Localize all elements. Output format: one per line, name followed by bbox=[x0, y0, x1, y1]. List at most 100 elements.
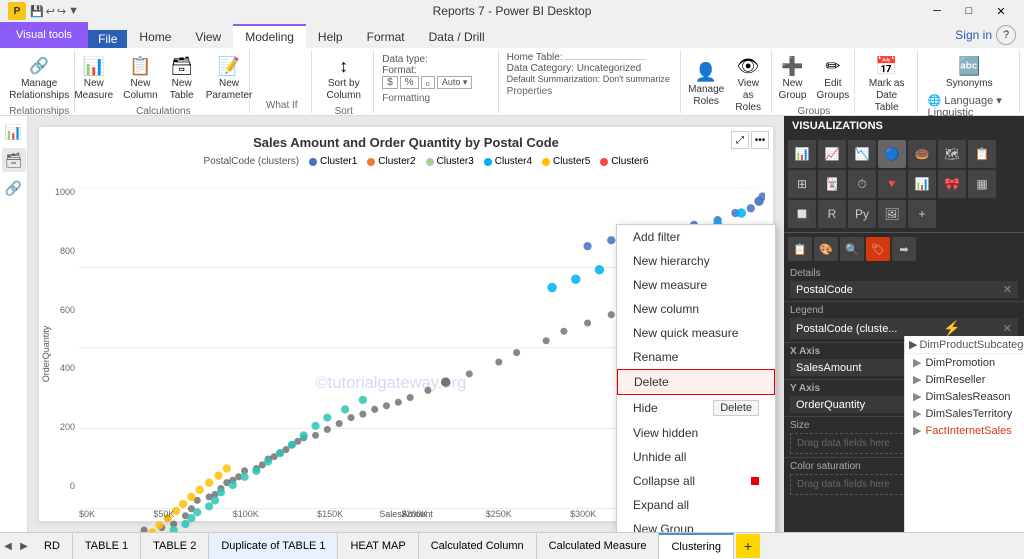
add-tab-button[interactable]: + bbox=[736, 534, 760, 558]
fields-expand-all[interactable]: ▶ DimProductSubcateg... bbox=[905, 336, 1024, 354]
dim-sales-territory-item[interactable]: ▶ DimSalesTerritory bbox=[905, 405, 1024, 422]
tab-format[interactable]: Format bbox=[355, 26, 417, 48]
viz-icon-ribbon[interactable]: 🎀 bbox=[938, 170, 966, 198]
tab-data-drill[interactable]: Data / Drill bbox=[417, 26, 497, 48]
maximize-button[interactable]: □ bbox=[954, 0, 984, 22]
y-axis-title: OrderQuantity bbox=[41, 326, 51, 383]
viz-icon-area[interactable]: 📉 bbox=[848, 140, 876, 168]
fact-internet-sales-item[interactable]: ▶ FactInternetSales bbox=[905, 422, 1024, 439]
viz-icon-funnel[interactable]: 🔻 bbox=[878, 170, 906, 198]
report-view-button[interactable]: 📊 bbox=[2, 120, 26, 144]
viz-icon-gauge[interactable]: ⏱ bbox=[848, 170, 876, 198]
tab-file[interactable]: File bbox=[88, 30, 127, 48]
format-tab-button[interactable]: 🎨 bbox=[814, 237, 838, 261]
menu-new-column[interactable]: New column bbox=[617, 297, 775, 321]
tab-home[interactable]: Home bbox=[127, 26, 183, 48]
tab-table1[interactable]: TABLE 1 bbox=[73, 533, 141, 559]
x-axis-title: SalesAmount bbox=[379, 509, 433, 519]
expand-chart-button[interactable]: ⤢ bbox=[731, 131, 749, 149]
viz-toolbar[interactable]: 📋 🎨 🔍 🏷 ➡ bbox=[784, 232, 1024, 265]
mark-as-date-table-button[interactable]: 📅 Mark asDate Table bbox=[863, 52, 911, 116]
menu-new-quick-measure[interactable]: New quick measure bbox=[617, 321, 775, 345]
model-view-button[interactable]: 🔗 bbox=[2, 176, 26, 200]
viz-icon-bar[interactable]: 📊 bbox=[788, 140, 816, 168]
sign-in-link[interactable]: Sign in bbox=[955, 28, 992, 42]
analytics-tab-button[interactable]: 🔍 bbox=[840, 237, 864, 261]
menu-expand-all[interactable]: Expand all bbox=[617, 493, 775, 517]
sign-in-area: Sign in ? bbox=[947, 22, 1024, 48]
filter-tab-button[interactable]: 🏷 bbox=[866, 237, 890, 261]
new-parameter-button[interactable]: 📝 NewParameter bbox=[202, 52, 257, 104]
menu-new-hierarchy[interactable]: New hierarchy bbox=[617, 249, 775, 273]
viz-icon-slicer[interactable]: 🔲 bbox=[788, 200, 816, 228]
help-button[interactable]: ? bbox=[996, 25, 1016, 45]
tab-calculated-column[interactable]: Calculated Column bbox=[419, 533, 537, 559]
menu-new-measure[interactable]: New measure bbox=[617, 273, 775, 297]
tab-rd[interactable]: RD bbox=[32, 533, 73, 559]
viz-icon-pie[interactable]: 🍩 bbox=[908, 140, 936, 168]
title-bar-controls[interactable]: ─ □ ✕ bbox=[922, 0, 1016, 22]
minimize-button[interactable]: ─ bbox=[922, 0, 952, 22]
legend-remove-icon[interactable]: ✕ bbox=[1003, 322, 1012, 335]
legend-label: Legend bbox=[790, 305, 1018, 316]
menu-add-filter[interactable]: Add filter bbox=[617, 225, 775, 249]
menu-unhide-all[interactable]: Unhide all bbox=[617, 445, 775, 469]
new-column-button[interactable]: 📋 NewColumn bbox=[119, 52, 161, 104]
tab-table2[interactable]: TABLE 2 bbox=[141, 533, 209, 559]
viz-icon-line[interactable]: 📈 bbox=[818, 140, 846, 168]
dim-promotion-item[interactable]: ▶ DimPromotion bbox=[905, 354, 1024, 371]
drillthrough-button[interactable]: ➡ bbox=[892, 237, 916, 261]
whatif-label: What If bbox=[266, 100, 298, 111]
viz-icon-map[interactable]: 🗺 bbox=[938, 140, 966, 168]
fields-tab-button[interactable]: 📋 bbox=[788, 237, 812, 261]
tab-scroll-left[interactable]: ◀ bbox=[0, 533, 16, 559]
viz-icon-waterfall[interactable]: 📊 bbox=[908, 170, 936, 198]
manage-roles-button[interactable]: 👤 ManageRoles bbox=[686, 58, 727, 110]
tab-clustering[interactable]: Clustering bbox=[659, 533, 734, 559]
details-field: PostalCode ✕ bbox=[790, 281, 1018, 298]
tab-scroll-right[interactable]: ▶ bbox=[16, 533, 32, 559]
viz-icon-image[interactable]: 🖼 bbox=[878, 200, 906, 228]
tab-view[interactable]: View bbox=[183, 26, 233, 48]
quick-access[interactable]: 💾 ↩ ↪ ▼ bbox=[30, 5, 79, 18]
new-group-button[interactable]: ➕ NewGroup bbox=[775, 52, 811, 104]
canvas-area: ⤢ ••• Sales Amount and Order Quantity by… bbox=[28, 116, 1024, 532]
viz-icon-treemap[interactable]: ▦ bbox=[968, 170, 996, 198]
viz-icon-card[interactable]: 🃏 bbox=[818, 170, 846, 198]
synonyms-button[interactable]: 🔤 Synonyms bbox=[942, 52, 997, 92]
viz-icon-matrix[interactable]: ⊞ bbox=[788, 170, 816, 198]
manage-relationships-button[interactable]: 🔗 ManageRelationships bbox=[5, 52, 73, 104]
data-view-button[interactable]: 🗃 bbox=[2, 148, 26, 172]
viz-icon-scatter[interactable]: 🔵 bbox=[878, 140, 906, 168]
viz-icon-python[interactable]: Py bbox=[848, 200, 876, 228]
viz-icon-r[interactable]: R bbox=[818, 200, 846, 228]
tab-calculated-measure[interactable]: Calculated Measure bbox=[537, 533, 660, 559]
new-measure-button[interactable]: 📊 NewMeasure bbox=[70, 52, 117, 104]
viz-icon-table[interactable]: 📋 bbox=[968, 140, 996, 168]
visualization-icons[interactable]: 📊 📈 📉 🔵 🍩 🗺 📋 ⊞ 🃏 ⏱ 🔻 📊 🎀 ▦ 🔲 R Py 🖼 + bbox=[784, 136, 1024, 232]
new-table-button[interactable]: 🗃 NewTable bbox=[164, 52, 200, 104]
dim-reseller-item[interactable]: ▶ DimReseller bbox=[905, 371, 1024, 388]
close-button[interactable]: ✕ bbox=[986, 0, 1016, 22]
tab-duplicate-table1[interactable]: Duplicate of TABLE 1 bbox=[209, 533, 338, 559]
formatting-label: Formatting bbox=[382, 93, 430, 104]
menu-delete[interactable]: Delete bbox=[617, 369, 775, 395]
chart-toolbar[interactable]: ⤢ ••• bbox=[731, 131, 769, 149]
menu-rename[interactable]: Rename bbox=[617, 345, 775, 369]
viz-icon-custom[interactable]: + bbox=[908, 200, 936, 228]
more-options-button[interactable]: ••• bbox=[751, 131, 769, 149]
details-remove-icon[interactable]: ✕ bbox=[1003, 283, 1012, 296]
manage-roles-icon: 👤 bbox=[694, 60, 718, 84]
sort-by-column-button[interactable]: ↕ Sort byColumn bbox=[323, 52, 365, 104]
tab-help[interactable]: Help bbox=[306, 26, 355, 48]
tab-heat-map[interactable]: HEAT MAP bbox=[338, 533, 418, 559]
menu-hide[interactable]: Hide Delete bbox=[617, 395, 775, 421]
edit-groups-button[interactable]: ✏ EditGroups bbox=[813, 52, 854, 104]
menu-view-hidden[interactable]: View hidden bbox=[617, 421, 775, 445]
dim-sales-reason-item[interactable]: ▶ DimSalesReason bbox=[905, 388, 1024, 405]
visual-tools-tab[interactable]: Visual tools bbox=[0, 22, 88, 48]
menu-collapse-all[interactable]: Collapse all bbox=[617, 469, 775, 493]
menu-new-group[interactable]: New Group bbox=[617, 517, 775, 532]
tab-modeling[interactable]: Modeling bbox=[233, 24, 306, 48]
view-as-roles-button[interactable]: 👁 View asRoles bbox=[728, 52, 767, 116]
